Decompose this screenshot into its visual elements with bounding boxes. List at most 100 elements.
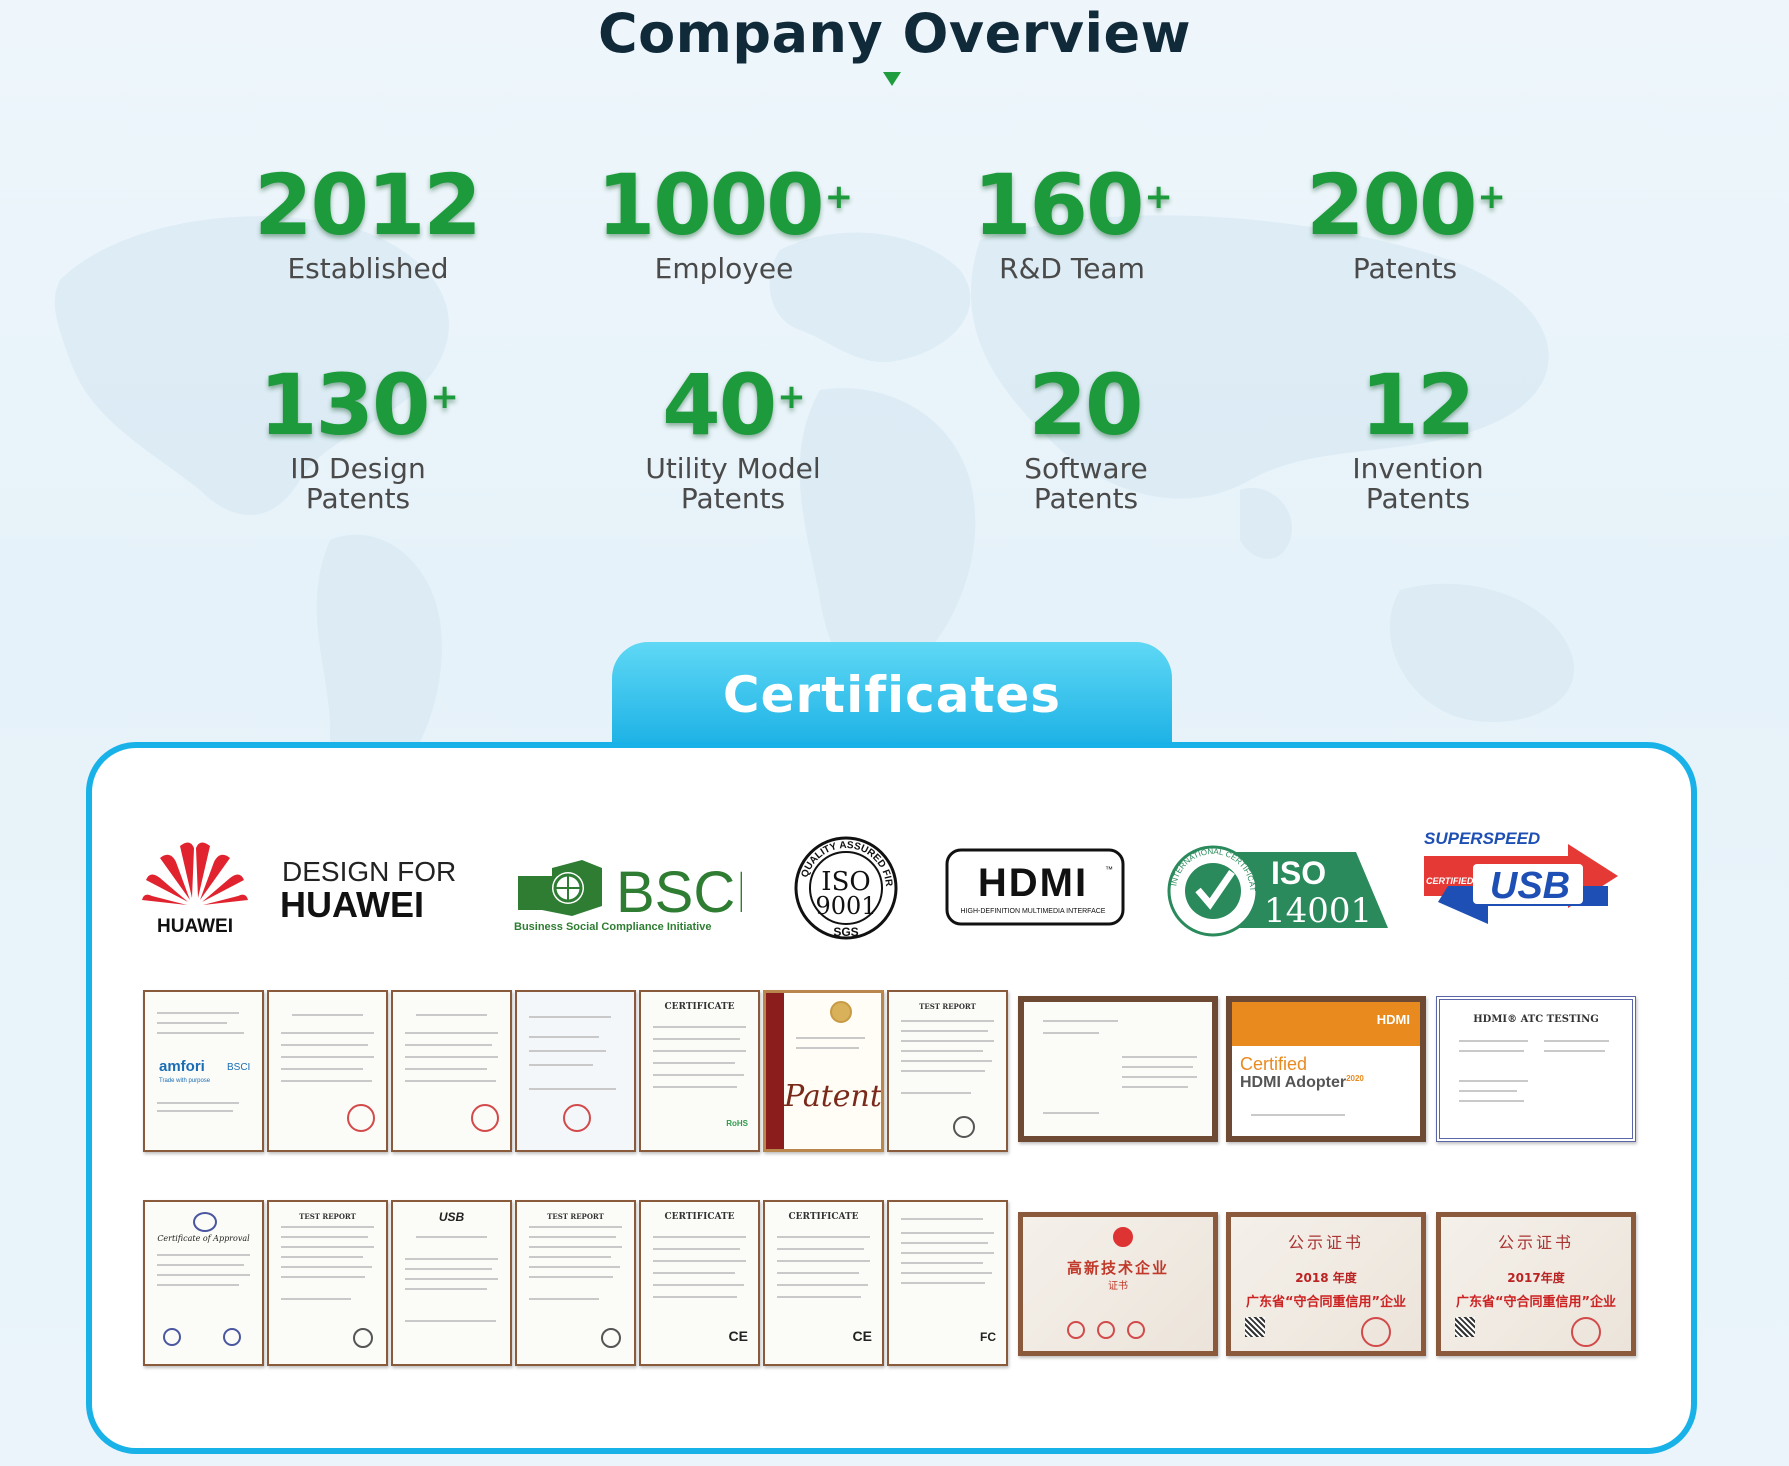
fcc-mark: FC bbox=[980, 1330, 996, 1344]
stat-established: 2012 Established bbox=[208, 160, 528, 284]
stat-label: Patents bbox=[1352, 252, 1458, 285]
software-copyright-certificate bbox=[515, 990, 636, 1152]
stat-label: Employee bbox=[654, 252, 794, 285]
credit-enterprise-text: 广东省“守合同重信用”企业 bbox=[1455, 1295, 1617, 1310]
huawei-logo-text: HUAWEI bbox=[157, 916, 233, 937]
stat-invention-patents: 12 Invention Patents bbox=[1258, 360, 1578, 514]
hdmi-tm: ™ bbox=[1105, 865, 1113, 874]
iso14001-number: 14001 bbox=[1264, 891, 1372, 931]
stat-id-design-patents: 130+ ID Design Patents bbox=[198, 360, 518, 514]
certificate-heading: CERTIFICATE bbox=[664, 1212, 735, 1222]
stat-number: 130 bbox=[259, 356, 430, 454]
stat-label: Software bbox=[1024, 452, 1148, 485]
stat-label-2: Patents bbox=[1033, 482, 1139, 515]
test-report-2: TEST REPORT bbox=[267, 1200, 388, 1366]
amfori-bsci-text: BSCI bbox=[227, 1062, 251, 1073]
title-arrow-icon bbox=[883, 72, 901, 86]
certificate-heading: CERTIFICATE bbox=[788, 1212, 859, 1222]
usb-main-text: USB bbox=[1490, 865, 1570, 907]
ce-mark: CE bbox=[852, 1328, 872, 1344]
usb-superspeed-text: SUPERSPEED bbox=[1424, 829, 1540, 848]
bsci-subtitle: Business Social Compliance Initiative bbox=[514, 921, 711, 932]
huawei-logo: HUAWEI bbox=[142, 842, 248, 937]
design-for-huawei-logo: DESIGN FOR HUAWEI bbox=[280, 856, 456, 925]
notice-certificate-title: 公示证书 bbox=[1497, 1233, 1574, 1252]
stat-label: ID Design bbox=[290, 452, 426, 485]
stat-label-2: Patents bbox=[1365, 482, 1471, 515]
stat-label: Established bbox=[287, 252, 449, 285]
high-tech-subtitle: 证书 bbox=[1108, 1281, 1128, 1292]
stat-plus: + bbox=[430, 377, 458, 417]
stat-employee: 1000+ Employee bbox=[564, 160, 884, 284]
stat-label-2: Patents bbox=[305, 482, 411, 515]
test-report-1: TEST REPORT bbox=[887, 990, 1008, 1152]
amfori-tagline: Trade with purpose bbox=[159, 1078, 211, 1084]
hdmi-adopter-year: 2020 bbox=[1346, 1074, 1364, 1083]
superspeed-usb-logo: SUPERSPEED USB CERTIFIED bbox=[1424, 829, 1618, 924]
certificate-year: 2018 年度 bbox=[1295, 1271, 1357, 1285]
stat-label: R&D Team bbox=[999, 252, 1145, 285]
stat-rd-team: 160+ R&D Team bbox=[912, 160, 1232, 284]
ce-certificate-1: CERTIFICATE CE bbox=[639, 1200, 760, 1366]
hdmi-atc-testing-certificate: HDMI® ATC TESTING bbox=[1436, 996, 1636, 1142]
certificates-heading: Certificates bbox=[612, 642, 1172, 742]
contract-credit-certificate-2018: 公示证书 2018 年度 广东省“守合同重信用”企业 bbox=[1226, 1212, 1426, 1356]
stat-label: Invention bbox=[1352, 452, 1484, 485]
stat-number: 40 bbox=[662, 356, 777, 454]
usb-implementers-forum-certificate: USB bbox=[391, 1200, 512, 1366]
stat-patents: 200+ Patents bbox=[1245, 160, 1565, 284]
page-title: Company Overview bbox=[597, 2, 1192, 65]
high-tech-title: 高新技术企业 bbox=[1066, 1259, 1169, 1277]
high-tech-enterprise-certificate: 高新技术企业 证书 bbox=[1018, 1212, 1218, 1356]
qr-code-icon bbox=[1455, 1317, 1475, 1337]
certificate-heading: CERTIFICATE bbox=[664, 1002, 735, 1012]
test-report-heading: TEST REPORT bbox=[547, 1212, 604, 1221]
stat-number: 160 bbox=[973, 156, 1144, 254]
contract-credit-certificate-2017: 公示证书 2017年度 广东省“守合同重信用”企业 bbox=[1436, 1212, 1636, 1356]
rohs-certificate: CERTIFICATE RoHS bbox=[639, 990, 760, 1152]
hdmi-adopter-certificate: HDMI Certified HDMI Adopter2020 bbox=[1226, 996, 1426, 1142]
design-for-huawei-text: HUAWEI bbox=[280, 884, 424, 925]
hdmi-atc-heading: HDMI® ATC TESTING bbox=[1473, 1014, 1599, 1025]
stat-software-patents: 20 Software Patents bbox=[926, 360, 1246, 514]
usb-certified-text: CERTIFIED bbox=[1426, 876, 1474, 886]
fcc-declaration-certificate: FC bbox=[887, 1200, 1008, 1366]
stat-number: 12 bbox=[1360, 356, 1476, 454]
hdmi-text: HDMI bbox=[978, 861, 1088, 905]
ce-certificate-2: CERTIFICATE CE bbox=[763, 1200, 884, 1366]
test-report-3: TEST REPORT bbox=[515, 1200, 636, 1366]
iso14001-iso: ISO bbox=[1271, 855, 1326, 891]
stat-plus: + bbox=[1477, 177, 1505, 217]
stat-utility-model-patents: 40+ Utility Model Patents bbox=[573, 360, 893, 514]
notice-certificate-title: 公示证书 bbox=[1287, 1233, 1364, 1252]
ce-mark: CE bbox=[728, 1328, 748, 1344]
qr-code-icon bbox=[1245, 1317, 1265, 1337]
bsci-logo: BSCI Business Social Compliance Initiati… bbox=[514, 860, 742, 932]
patent-award-certificate: Patent bbox=[763, 990, 884, 1152]
iso9001-certificate-of-approval: Certificate of Approval bbox=[143, 1200, 264, 1366]
test-report-heading: TEST REPORT bbox=[919, 1002, 976, 1011]
iso14001-logo: INTERNATIONAL CERTIFICATION ISO 14001 bbox=[1166, 844, 1388, 937]
design-patent-certificate bbox=[391, 990, 512, 1152]
amfori-text: amfori bbox=[159, 1058, 205, 1075]
stat-plus: + bbox=[1144, 177, 1172, 217]
stat-label-2: Patents bbox=[680, 482, 786, 515]
hdmi-adopter-text: HDMI Adopter2020 bbox=[1240, 1074, 1364, 1092]
certificate-year: 2017年度 bbox=[1507, 1271, 1565, 1285]
usb-if-logo-text: USB bbox=[438, 1210, 465, 1224]
hdmi-adopter-label: HDMI Adopter bbox=[1240, 1074, 1347, 1091]
hdmi-subtitle: HIGH-DEFINITION MULTIMEDIA INTERFACE bbox=[961, 908, 1106, 915]
credit-enterprise-text: 广东省“守合同重信用”企业 bbox=[1245, 1295, 1407, 1310]
stat-plus: + bbox=[777, 377, 805, 417]
amfori-bsci-certificate: amfori BSCI Trade with purpose bbox=[143, 990, 264, 1152]
iso9001-logo: QUALITY ASSURED FIRM ISO 9001 SGS bbox=[792, 834, 898, 940]
certificate-of-approval-title: Certificate of Approval bbox=[157, 1234, 250, 1243]
hdmi-certified-text: Certified bbox=[1240, 1054, 1308, 1074]
hdmi-adopter-logo-text: HDMI bbox=[1376, 1012, 1410, 1027]
patent-script-text: Patent bbox=[784, 1079, 882, 1114]
stat-plus: + bbox=[824, 177, 853, 217]
stat-number: 20 bbox=[1028, 356, 1144, 454]
iso9001-sgs: SGS bbox=[833, 925, 858, 939]
test-report-heading: TEST REPORT bbox=[299, 1212, 356, 1221]
utility-patent-certificate-1 bbox=[267, 990, 388, 1152]
